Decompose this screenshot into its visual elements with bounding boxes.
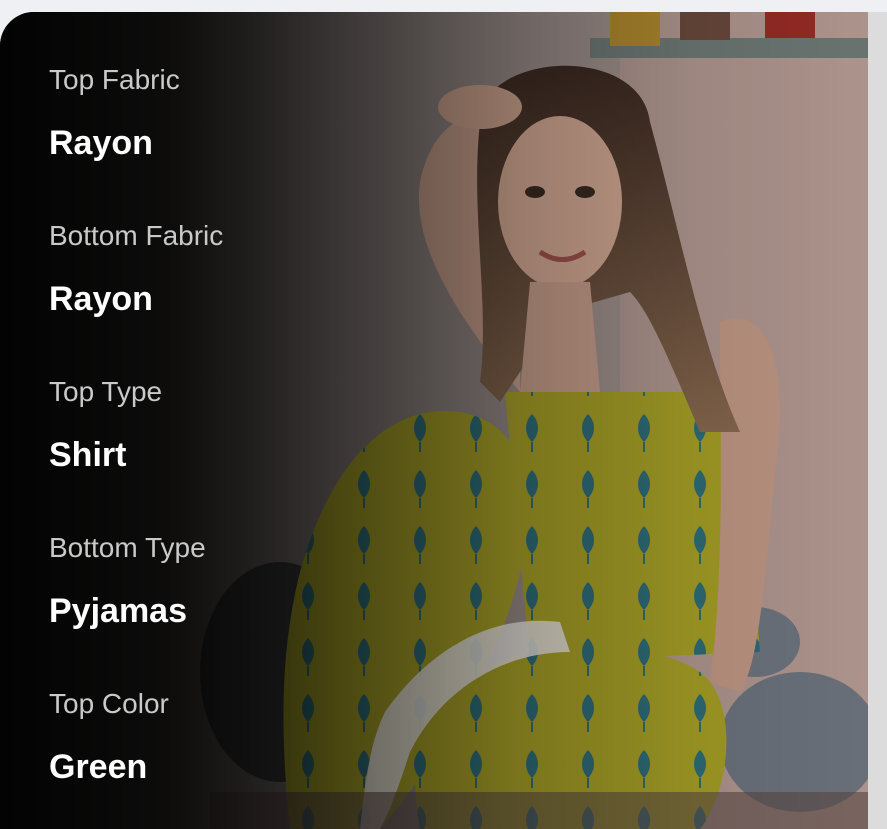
spec-value: Shirt	[49, 436, 127, 474]
spec-label: Top Color	[49, 688, 169, 719]
spec-label: Top Type	[49, 376, 163, 407]
spec-top-type: Top Type Shirt	[49, 374, 369, 530]
spec-label: Bottom Fabric	[49, 220, 224, 251]
spec-bottom-fabric: Bottom Fabric Rayon	[49, 218, 369, 374]
adjacent-card-edge	[868, 12, 887, 829]
spec-top-color: Top Color Green	[49, 686, 369, 829]
spec-value: Pyjamas	[49, 592, 187, 630]
spec-top-fabric: Top Fabric Rayon	[49, 62, 369, 218]
product-detail-card[interactable]: Top Fabric Rayon Bottom Fabric Rayon Top…	[0, 12, 868, 829]
spec-label: Top Fabric	[49, 64, 180, 95]
spec-bottom-type: Bottom Type Pyjamas	[49, 530, 369, 686]
spec-label: Bottom Type	[49, 532, 206, 563]
spec-value: Rayon	[49, 124, 153, 162]
spec-value: Green	[49, 748, 148, 786]
spec-value: Rayon	[49, 280, 153, 318]
product-specs: Top Fabric Rayon Bottom Fabric Rayon Top…	[49, 62, 369, 829]
